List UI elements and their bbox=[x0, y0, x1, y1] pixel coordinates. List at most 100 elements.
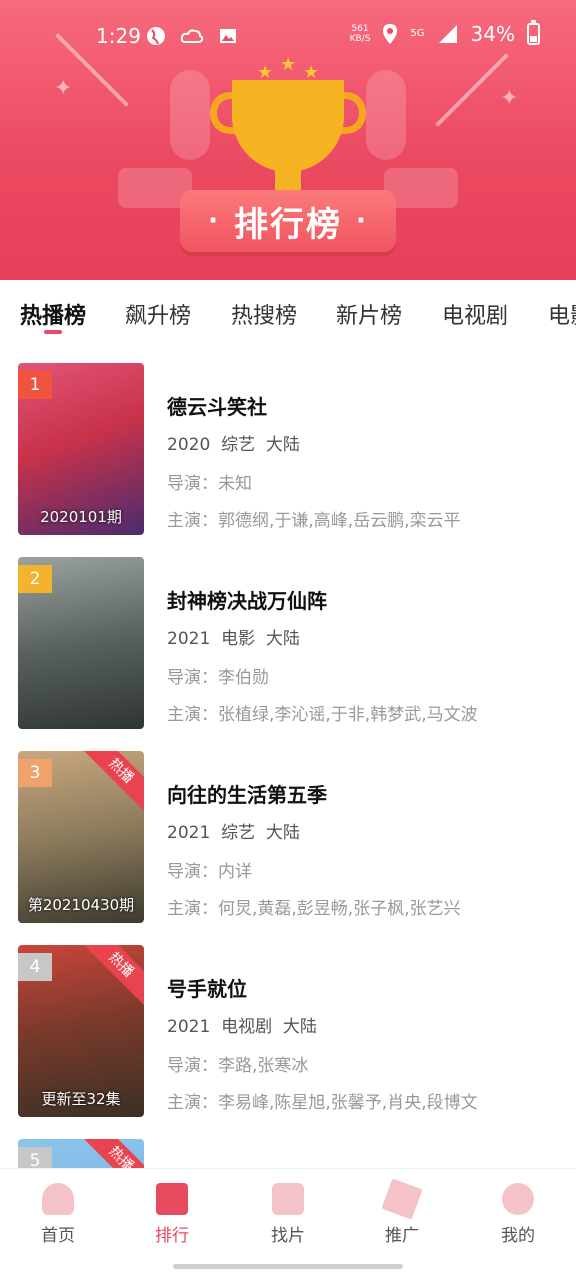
play-icon bbox=[272, 1183, 304, 1215]
active-tab-indicator bbox=[44, 330, 62, 334]
status-time: 1:29 bbox=[96, 24, 141, 48]
item-cast: 主演：郭德纲,于谦,高峰,岳云鹏,栾云平 bbox=[167, 506, 461, 531]
item-meta: 2021 综艺 大陆 bbox=[167, 818, 461, 843]
director-label: 导演： bbox=[167, 1056, 218, 1076]
rank-badge: 5 bbox=[18, 1147, 52, 1168]
item-info: 向往的生活第五季 2021 综艺 大陆 导演：内详 主演：何炅,黄磊,彭昱畅,张… bbox=[167, 779, 461, 919]
nav-ranking[interactable]: 排行 bbox=[122, 1183, 222, 1246]
item-region: 大陆 bbox=[265, 629, 300, 649]
item-meta: 2021 电影 大陆 bbox=[167, 624, 478, 649]
item-region: 大陆 bbox=[282, 1017, 317, 1037]
item-cast: 主演：李易峰,陈星旭,张馨予,肖央,段博文 bbox=[167, 1088, 478, 1113]
cast-label: 主演： bbox=[167, 705, 218, 725]
network-type: 5G bbox=[410, 28, 425, 39]
nav-label: 推广 bbox=[385, 1226, 419, 1246]
poster-image[interactable]: 3 热播 第20210430期 bbox=[18, 751, 144, 923]
home-indicator[interactable] bbox=[173, 1264, 403, 1269]
item-type: 综艺 bbox=[221, 435, 256, 455]
cast-value: 张植绿,李沁谣,于非,韩梦武,马文波 bbox=[218, 705, 478, 725]
item-type: 综艺 bbox=[221, 823, 256, 843]
title-dot: · bbox=[208, 206, 220, 236]
crown-icon bbox=[156, 1183, 188, 1215]
hot-tag: 热播 bbox=[80, 1139, 144, 1168]
sparkle-icon: ✦ bbox=[54, 76, 73, 101]
page-title: 排行榜 bbox=[234, 204, 342, 245]
cast-label: 主演： bbox=[167, 511, 218, 531]
leaf-decoration bbox=[366, 70, 406, 160]
poster-caption: 第20210430期 bbox=[27, 896, 135, 914]
list-item[interactable]: 5 热播 bbox=[0, 1139, 576, 1168]
poster-image[interactable]: 4 热播 更新至32集 bbox=[18, 945, 144, 1117]
item-meta: 2021 电视剧 大陆 bbox=[167, 1012, 478, 1037]
item-year: 2021 bbox=[167, 1017, 211, 1037]
ranking-list: 1 2020101期 德云斗笑社 2020 综艺 大陆 导演：未知 主演：郭德纲… bbox=[0, 346, 576, 1168]
item-director: 导演：李路,张寒冰 bbox=[167, 1051, 478, 1076]
item-type: 电视剧 bbox=[221, 1017, 273, 1037]
item-title[interactable]: 封神榜决战万仙阵 bbox=[167, 585, 478, 614]
item-info: 德云斗笑社 2020 综艺 大陆 导演：未知 主演：郭德纲,于谦,高峰,岳云鹏,… bbox=[167, 391, 461, 531]
globe-icon bbox=[147, 27, 165, 45]
nav-home[interactable]: 首页 bbox=[8, 1183, 108, 1246]
network-speed: 561 KB/S bbox=[350, 24, 371, 44]
director-value: 李伯勋 bbox=[218, 668, 269, 688]
item-title[interactable]: 向往的生活第五季 bbox=[167, 779, 461, 808]
tab-tv-series[interactable]: 电视剧 bbox=[442, 298, 508, 330]
poster-image[interactable]: 2 bbox=[18, 557, 144, 729]
item-type: 电影 bbox=[221, 629, 256, 649]
poster-caption: 2020101期 bbox=[40, 508, 122, 526]
ranking-tabs: 热播榜 飙升榜 热搜榜 新片榜 电视剧 电影 bbox=[0, 280, 576, 346]
hot-tag: 热播 bbox=[80, 751, 144, 812]
item-cast: 主演：何炅,黄磊,彭昱畅,张子枫,张艺兴 bbox=[167, 894, 461, 919]
network-speed-value: 561 bbox=[351, 24, 369, 34]
item-director: 导演：内详 bbox=[167, 857, 461, 882]
signal-icon bbox=[438, 25, 457, 43]
sparkle-icon: ✦ bbox=[500, 86, 519, 111]
nav-label: 排行 bbox=[155, 1226, 189, 1246]
director-label: 导演： bbox=[167, 668, 218, 688]
cast-label: 主演： bbox=[167, 1093, 218, 1113]
leaf-decoration bbox=[170, 70, 210, 160]
item-title[interactable]: 德云斗笑社 bbox=[167, 391, 461, 420]
header-banner: ✦ ✦ ★ ★ ★ · 排行榜 · 1:29 561 KB/S 5G 34% bbox=[0, 0, 576, 280]
tab-hot-search[interactable]: 热搜榜 bbox=[231, 298, 297, 330]
tab-new-releases[interactable]: 新片榜 bbox=[336, 298, 402, 330]
rank-badge: 4 bbox=[18, 953, 52, 981]
director-value: 李路,张寒冰 bbox=[218, 1056, 309, 1076]
list-item[interactable]: 2 封神榜决战万仙阵 2021 电影 大陆 导演：李伯勋 主演：张植绿,李沁谣,… bbox=[0, 557, 576, 751]
nav-label: 我的 bbox=[501, 1226, 535, 1246]
nav-label: 首页 bbox=[41, 1226, 75, 1246]
item-year: 2021 bbox=[167, 823, 211, 843]
poster-image[interactable]: 1 2020101期 bbox=[18, 363, 144, 535]
list-item[interactable]: 1 2020101期 德云斗笑社 2020 综艺 大陆 导演：未知 主演：郭德纲… bbox=[0, 363, 576, 557]
cast-value: 郭德纲,于谦,高峰,岳云鹏,栾云平 bbox=[218, 511, 461, 531]
item-meta: 2020 综艺 大陆 bbox=[167, 430, 461, 455]
item-year: 2020 bbox=[167, 435, 211, 455]
item-title[interactable]: 号手就位 bbox=[167, 973, 478, 1002]
home-icon bbox=[42, 1183, 74, 1215]
item-info: 封神榜决战万仙阵 2021 电影 大陆 导演：李伯勋 主演：张植绿,李沁谣,于非… bbox=[167, 585, 478, 725]
rank-badge: 1 bbox=[18, 371, 52, 399]
poster-image[interactable]: 5 热播 bbox=[18, 1139, 144, 1168]
list-item[interactable]: 3 热播 第20210430期 向往的生活第五季 2021 综艺 大陆 导演：内… bbox=[0, 751, 576, 945]
item-region: 大陆 bbox=[265, 435, 300, 455]
rank-badge: 3 bbox=[18, 759, 52, 787]
title-dot: · bbox=[356, 206, 368, 236]
status-system-icons: 561 KB/S 5G 34% bbox=[350, 20, 540, 46]
location-icon bbox=[383, 24, 398, 44]
tab-rising[interactable]: 飙升榜 bbox=[125, 298, 191, 330]
trophy-stem bbox=[275, 166, 301, 192]
nav-promote[interactable]: 推广 bbox=[352, 1178, 452, 1246]
list-item[interactable]: 4 热播 更新至32集 号手就位 2021 电视剧 大陆 导演：李路,张寒冰 主… bbox=[0, 945, 576, 1139]
director-value: 内详 bbox=[218, 862, 252, 882]
tab-movies[interactable]: 电影 bbox=[548, 298, 576, 330]
tab-hot-play[interactable]: 热播榜 bbox=[20, 298, 86, 330]
item-director: 导演：未知 bbox=[167, 469, 461, 494]
page-title-plaque: · 排行榜 · bbox=[180, 190, 396, 252]
nav-me[interactable]: 我的 bbox=[468, 1183, 568, 1246]
user-icon bbox=[502, 1183, 534, 1215]
battery-icon bbox=[527, 20, 540, 45]
cast-value: 李易峰,陈星旭,张馨予,肖央,段博文 bbox=[218, 1093, 478, 1113]
item-cast: 主演：张植绿,李沁谣,于非,韩梦武,马文波 bbox=[167, 700, 478, 725]
director-label: 导演： bbox=[167, 862, 218, 882]
nav-find[interactable]: 找片 bbox=[238, 1183, 338, 1246]
